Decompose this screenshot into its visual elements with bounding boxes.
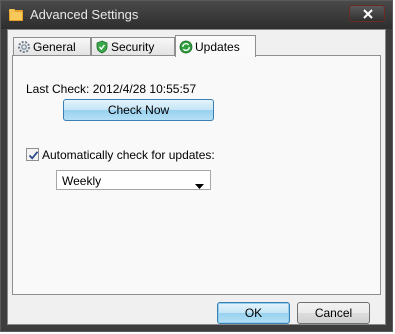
folder-icon	[8, 7, 24, 23]
tab-general[interactable]: General	[13, 37, 91, 55]
auto-check-checkbox[interactable]	[26, 148, 39, 161]
refresh-icon	[179, 40, 193, 54]
tab-updates-label: Updates	[195, 40, 240, 54]
chevron-down-icon	[195, 178, 204, 192]
frequency-select[interactable]: Weekly	[56, 170, 211, 190]
shield-icon	[95, 40, 109, 54]
check-now-button[interactable]: Check Now	[63, 99, 214, 121]
advanced-settings-window: Advanced Settings General Security Updat…	[0, 0, 393, 332]
tab-security[interactable]: Security	[91, 37, 175, 55]
tab-general-label: General	[33, 40, 76, 54]
last-check-text: Last Check: 2012/4/28 10:55:57	[26, 82, 197, 96]
window-title: Advanced Settings	[30, 7, 139, 22]
gear-icon	[17, 40, 31, 54]
tab-updates[interactable]: Updates	[175, 35, 256, 57]
ok-button[interactable]: OK	[217, 302, 290, 324]
auto-check-label: Automatically check for updates:	[42, 148, 215, 162]
close-button[interactable]	[349, 5, 385, 22]
client-area: General Security Updates Last Check: 201…	[7, 29, 386, 325]
title-bar[interactable]: Advanced Settings	[1, 1, 392, 29]
close-icon	[363, 9, 373, 19]
tab-security-label: Security	[111, 40, 155, 54]
checkmark-icon	[28, 151, 39, 160]
cancel-button[interactable]: Cancel	[297, 302, 370, 324]
frequency-value: Weekly	[62, 174, 102, 188]
